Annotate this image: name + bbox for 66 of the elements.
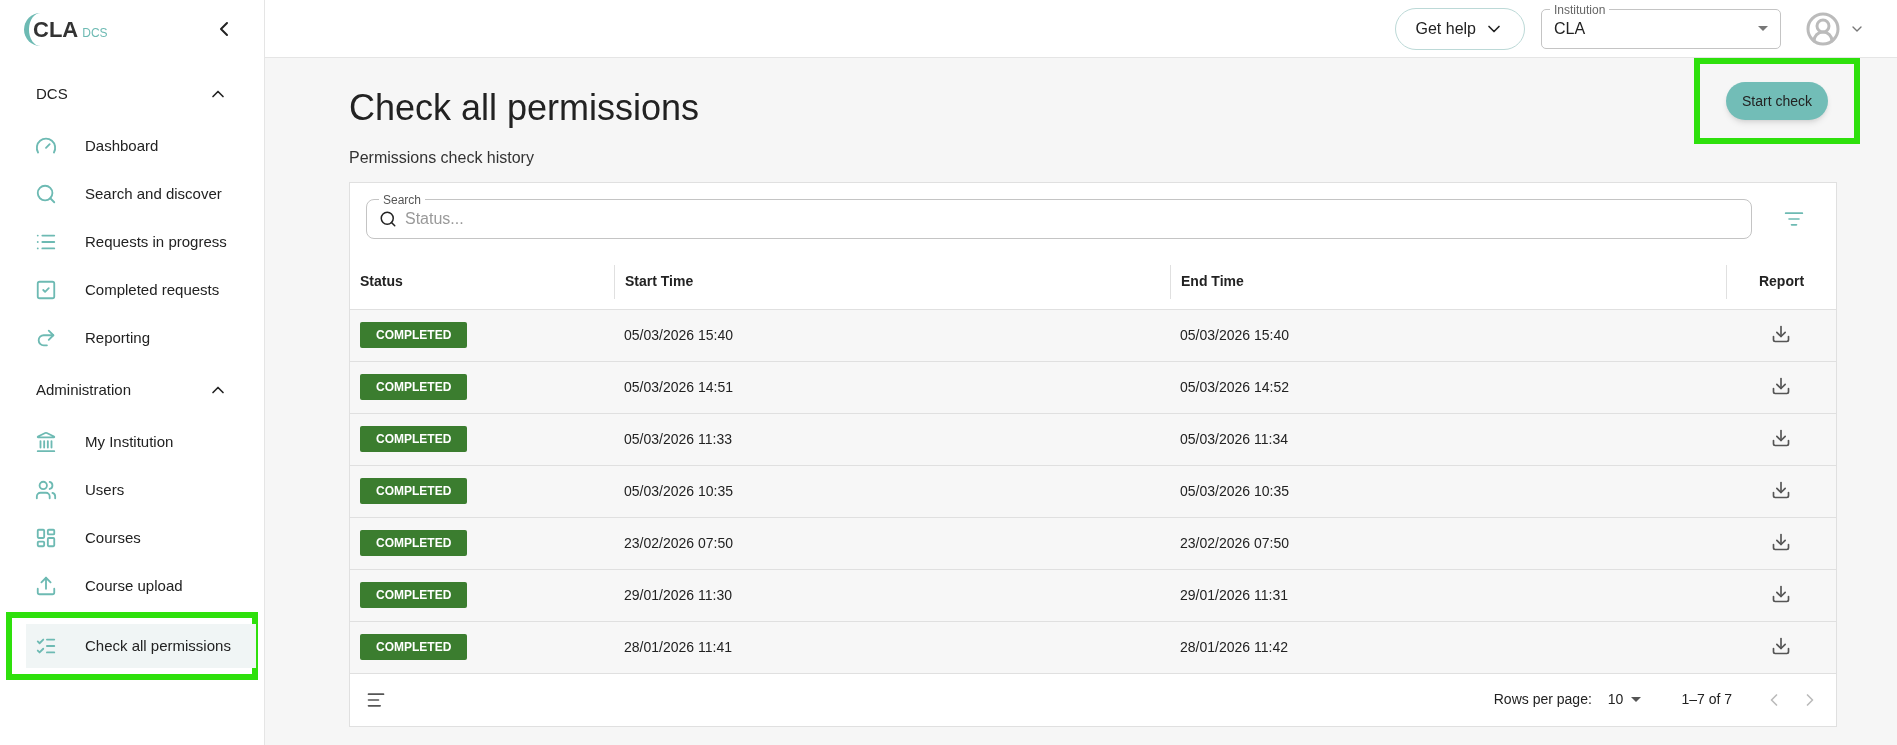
status-badge: COMPLETED (360, 322, 468, 348)
download-icon (1771, 324, 1791, 344)
table-cell: 23/02/2026 07:50 (1180, 534, 1289, 551)
rows-per-page-label: Rows per page: (1493, 690, 1592, 709)
sidebar-item[interactable]: Courses (26, 516, 256, 560)
table-cell: 29/01/2026 11:31 (1180, 586, 1288, 603)
download-icon (1771, 480, 1791, 500)
download-icon (1771, 428, 1791, 448)
table-cell: 05/03/2026 15:40 (1180, 326, 1289, 343)
curved-arrow-icon (35, 327, 57, 349)
table-cell: 05/03/2026 11:33 (624, 430, 732, 447)
people-icon (35, 479, 57, 501)
status-badge: COMPLETED (360, 530, 468, 556)
logo-product: DCS (82, 24, 108, 42)
section-header[interactable]: Administration (0, 370, 264, 410)
sidebar-item[interactable]: Reporting (26, 316, 256, 360)
sidebar-item[interactable]: Requests in progress (26, 220, 256, 264)
status-badge: COMPLETED (360, 582, 468, 608)
dropdown-triangle-icon (1758, 26, 1768, 31)
sidebar-item[interactable]: Completed requests (26, 268, 256, 312)
page-title: Check all permissions (349, 86, 700, 130)
status-badge: COMPLETED (360, 634, 468, 660)
table-cell: 05/03/2026 11:34 (1180, 430, 1288, 447)
table-cell: 28/01/2026 11:42 (1180, 638, 1288, 655)
upload-icon (35, 575, 57, 597)
table-cell: 05/03/2026 14:51 (624, 378, 733, 395)
column-header[interactable]: Status (360, 271, 403, 293)
table-cell: 23/02/2026 07:50 (624, 534, 733, 551)
section-subtitle: Permissions check history (349, 148, 535, 168)
dropdown-triangle-icon (1631, 697, 1642, 702)
search-icon (35, 183, 57, 205)
sidebar-item[interactable]: Check all permissions (26, 624, 256, 668)
column-header[interactable]: Report (1758, 271, 1805, 293)
table-cell: 05/03/2026 10:35 (624, 482, 733, 499)
table-cell: 05/03/2026 10:35 (1180, 482, 1289, 499)
bank-icon (35, 431, 57, 453)
table-cell: 05/03/2026 15:40 (624, 326, 733, 343)
start-check-button[interactable]: Start check (1725, 82, 1828, 120)
section-header[interactable]: DCS (0, 74, 264, 114)
table-cell: 29/01/2026 11:30 (624, 586, 732, 603)
sidebar-item[interactable]: Search and discover (26, 172, 256, 216)
download-icon (1771, 376, 1791, 396)
rows-per-page-select[interactable]: 10 (1607, 689, 1642, 710)
institution-value: CLA (1554, 18, 1586, 39)
logo-mark: CLA (24, 12, 79, 46)
column-header[interactable]: Start Time (625, 271, 694, 293)
download-icon (1771, 636, 1791, 656)
page-range: 1–7 of 7 (1681, 690, 1732, 709)
filter-icon (1784, 209, 1804, 229)
search-input[interactable]: Status... (405, 207, 1739, 231)
search-icon (379, 210, 397, 228)
status-badge: COMPLETED (360, 374, 468, 400)
sidebar-item[interactable]: Users (26, 468, 256, 512)
download-icon (1771, 532, 1791, 552)
table-cell: 05/03/2026 14:52 (1180, 378, 1289, 395)
sidebar-item[interactable]: My Institution (26, 420, 256, 464)
checkbox-icon (35, 279, 57, 301)
sidebar-item[interactable]: Course upload (26, 564, 256, 608)
download-icon (1771, 584, 1791, 604)
status-badge: COMPLETED (360, 426, 468, 452)
layout-icon (35, 527, 57, 549)
column-header[interactable]: End Time (1181, 271, 1244, 293)
sidebar-item[interactable]: Dashboard (26, 124, 256, 168)
avatar-icon (1805, 10, 1841, 47)
status-badge: COMPLETED (360, 478, 468, 504)
table-cell: 28/01/2026 11:41 (624, 638, 732, 655)
